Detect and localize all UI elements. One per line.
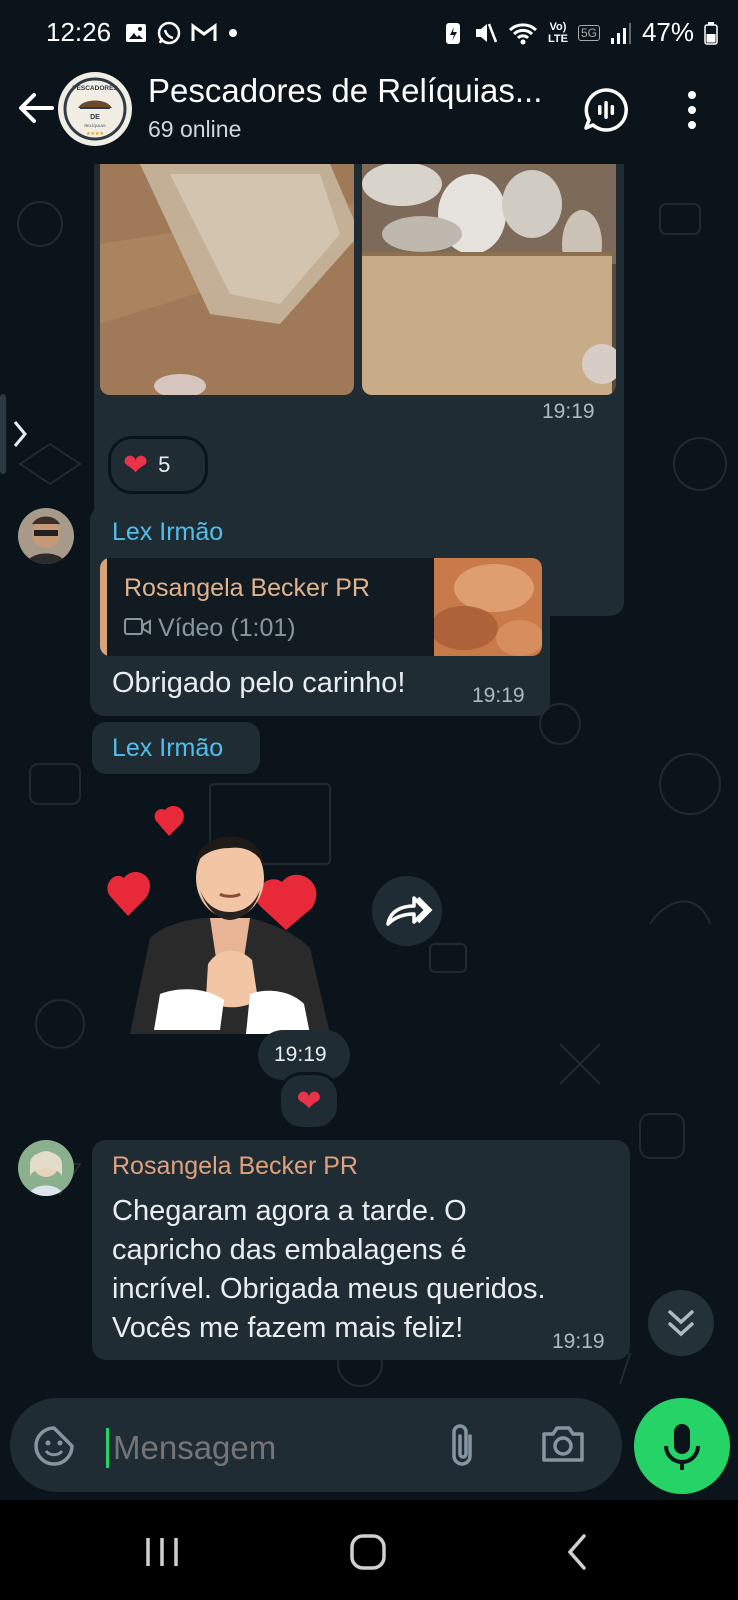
- message-line: Chegaram agora a tarde. O: [112, 1195, 467, 1227]
- home-icon[interactable]: [348, 1532, 388, 1572]
- sender-name[interactable]: Lex Irmão: [112, 518, 223, 547]
- status-time: 12:26: [46, 17, 112, 47]
- notification-icons: [124, 20, 240, 46]
- whatsapp-icon: [157, 21, 181, 45]
- reaction-pill[interactable]: ❤: [278, 1072, 340, 1130]
- gmail-icon: [191, 23, 217, 41]
- group-logo: PESCADORES DE RELÍQUIAS ★★★★: [60, 74, 130, 144]
- logo-text-top: PESCADORES: [72, 85, 118, 92]
- image-thumbnail[interactable]: [100, 164, 354, 395]
- voice-chat-icon[interactable]: [582, 86, 630, 134]
- reaction-pill[interactable]: ❤ 5: [108, 436, 208, 494]
- message-composer: [10, 1398, 622, 1492]
- message-text: Obrigado pelo carinho!: [112, 667, 406, 699]
- signal-icon: [610, 22, 631, 44]
- sticker-image[interactable]: [100, 794, 340, 1034]
- message-input[interactable]: [106, 1428, 443, 1468]
- sender-name[interactable]: Lex Irmão: [112, 734, 223, 763]
- heart-reaction-icon: ❤: [123, 448, 149, 482]
- heart-reaction-icon: ❤: [296, 1084, 322, 1118]
- voice-record-button[interactable]: [634, 1398, 730, 1494]
- quote-media-label: Vídeo (1:01): [158, 614, 296, 642]
- svg-text:★★★★: ★★★★: [86, 131, 104, 137]
- battery-icon: [704, 21, 718, 45]
- message-line: Vocês me fazem mais feliz!: [112, 1312, 464, 1344]
- video-thumbnail: [434, 558, 542, 656]
- message-timestamp: 19:19: [542, 400, 595, 423]
- more-options-icon[interactable]: [676, 86, 708, 134]
- message-timestamp: 19:19: [274, 1043, 327, 1066]
- logo-text-bottom: RELÍQUIAS: [84, 123, 106, 128]
- system-nav-bar: [0, 1500, 738, 1600]
- sticker-emoji-icon[interactable]: [32, 1424, 76, 1468]
- side-panel-chevron-icon[interactable]: [0, 394, 34, 474]
- avatar[interactable]: [18, 508, 74, 564]
- forward-button[interactable]: [372, 876, 442, 946]
- camera-icon[interactable]: [540, 1424, 586, 1464]
- image-thumbnail[interactable]: [362, 164, 616, 395]
- message-line: incrível. Obrigada meus queridos.: [112, 1273, 546, 1305]
- quote-author: Rosangela Becker PR: [124, 574, 370, 602]
- status-bar: 12:26 Vo) LTE 5G 47%: [0, 0, 738, 62]
- battery-saver-icon: [445, 22, 460, 44]
- volte-indicator: Vo) LTE: [548, 21, 568, 45]
- dot-icon: [229, 29, 237, 37]
- microphone-icon: [664, 1424, 700, 1470]
- sender-chip[interactable]: Lex Irmão: [92, 722, 260, 774]
- online-count: 69 online: [148, 116, 242, 142]
- chat-area[interactable]: 19:19 ❤ 5 Lex Irmão Rosangela Becker PR …: [0, 164, 738, 1398]
- message-line: capricho das embalagens é: [112, 1234, 467, 1266]
- double-chevron-down-icon: [668, 1310, 694, 1337]
- chat-header: PESCADORES DE RELÍQUIAS ★★★★ Pescadores …: [0, 62, 738, 164]
- volte-label: Vo): [549, 20, 567, 33]
- recent-apps-icon[interactable]: [144, 1536, 180, 1568]
- back-arrow-icon[interactable]: [14, 86, 58, 130]
- lte-label: LTE: [547, 32, 568, 45]
- forward-icon: [386, 896, 433, 926]
- mute-icon: [475, 23, 498, 42]
- logo-text-mid: DE: [90, 114, 100, 121]
- message-timestamp: 19:19: [472, 684, 525, 707]
- system-indicators: Vo) LTE 5G 47%: [444, 17, 718, 48]
- scroll-to-bottom-button[interactable]: [648, 1290, 714, 1356]
- quoted-message[interactable]: Rosangela Becker PR Vídeo (1:01): [100, 558, 542, 656]
- group-avatar[interactable]: PESCADORES DE RELÍQUIAS ★★★★: [58, 72, 132, 146]
- message-timestamp: 19:19: [552, 1330, 605, 1353]
- attach-paperclip-icon[interactable]: [446, 1422, 478, 1470]
- chat-title[interactable]: Pescadores de Relíquias...: [148, 72, 542, 110]
- gallery-icon: [126, 24, 146, 42]
- reaction-count: 5: [158, 452, 171, 477]
- sender-name[interactable]: Rosangela Becker PR: [112, 1152, 358, 1181]
- avatar[interactable]: [18, 1140, 74, 1196]
- nav-back-icon[interactable]: [562, 1532, 592, 1572]
- 5g-badge: 5G: [577, 24, 600, 41]
- battery-percent: 47%: [641, 17, 694, 47]
- wifi-icon: [508, 22, 537, 44]
- video-icon: [124, 618, 151, 635]
- message-text: Chegaram agora a tarde. O capricho das e…: [112, 1192, 612, 1348]
